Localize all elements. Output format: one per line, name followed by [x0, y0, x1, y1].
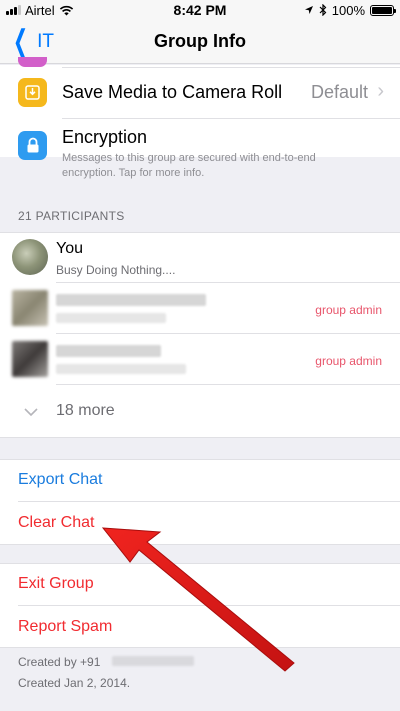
encryption-row[interactable]: Encryption Messages to this group are se…: [0, 119, 400, 179]
back-button-label: IT: [37, 31, 55, 52]
status-right: 100%: [304, 2, 396, 18]
battery-percent: 100%: [331, 2, 365, 18]
settings-group: Save Media to Camera Roll Default › Encr…: [0, 57, 400, 179]
chevron-right-icon: ›: [377, 80, 384, 102]
redacted-phone-number: [112, 656, 194, 666]
avatar: [12, 239, 48, 275]
redacted-status: [56, 313, 166, 323]
download-icon: [18, 78, 47, 107]
created-by-text: Created by +91: [18, 655, 101, 669]
show-more-participants-row[interactable]: 18 more: [0, 385, 400, 438]
location-arrow-icon: [304, 6, 313, 14]
chat-actions-group: Export Chat Clear Chat: [0, 459, 400, 545]
redacted-name: [56, 345, 161, 357]
report-spam-button[interactable]: Report Spam: [18, 618, 112, 636]
encryption-description: Messages to this group are secured with …: [62, 152, 316, 179]
exit-group-button[interactable]: Exit Group: [18, 575, 94, 593]
save-media-value: Default: [310, 82, 368, 102]
participant-row[interactable]: group admin: [0, 283, 400, 333]
save-media-row[interactable]: Save Media to Camera Roll Default ›: [0, 68, 400, 118]
group-admin-badge: group admin: [315, 303, 382, 317]
battery-icon: [370, 4, 396, 16]
encryption-label: Encryption: [62, 127, 148, 147]
participant-you-status: Busy Doing Nothing....: [56, 263, 176, 277]
back-chevron-icon: ❮: [13, 25, 29, 58]
participants-header: 21 PARTICIPANTS: [18, 209, 125, 223]
created-date-text: Created Jan 2, 2014.: [18, 676, 131, 690]
avatar: [12, 290, 48, 326]
page-title: Group Info: [154, 31, 246, 51]
more-participants-label: 18 more: [56, 402, 115, 419]
lock-icon: [18, 131, 47, 160]
clear-chat-button[interactable]: Clear Chat: [18, 514, 94, 532]
redacted-status: [56, 364, 186, 374]
participant-you-name: You: [56, 240, 83, 257]
avatar: [12, 341, 48, 377]
status-bar: Airtel 8:42 PM 100%: [0, 0, 400, 20]
group-admin-badge: group admin: [315, 354, 382, 368]
participant-row[interactable]: group admin: [0, 334, 400, 384]
group-actions-group: Exit Group Report Spam: [0, 563, 400, 648]
redacted-name: [56, 294, 206, 306]
export-chat-button[interactable]: Export Chat: [18, 471, 102, 489]
bluetooth-icon: [319, 4, 327, 16]
save-media-label: Save Media to Camera Roll: [62, 82, 283, 102]
participant-you-row[interactable]: You Busy Doing Nothing....: [0, 232, 400, 282]
clipped-previous-row-icon: [18, 57, 47, 67]
navigation-bar: ❮ IT Group Info: [0, 20, 400, 64]
chevron-down-icon: [24, 408, 38, 417]
participants-group: You Busy Doing Nothing.... group admin g…: [0, 232, 400, 438]
